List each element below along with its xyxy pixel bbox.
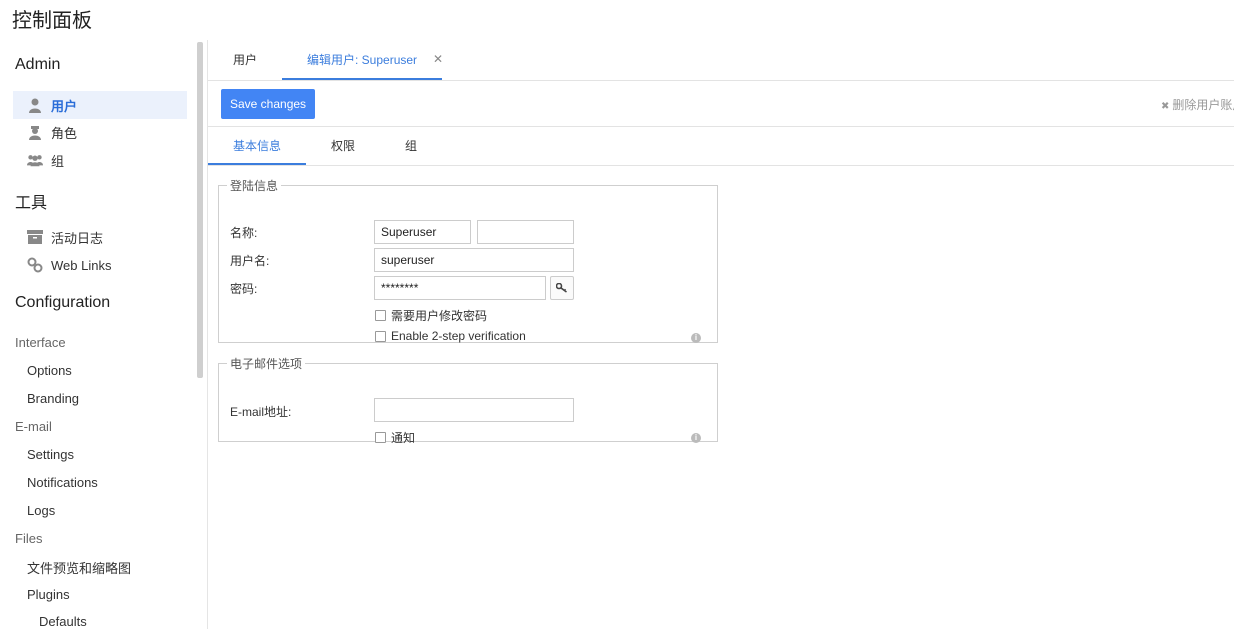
notify-label: 通知 (391, 431, 416, 445)
require-password-change-option: 需要用户修改密码 (375, 307, 487, 324)
first-name-input[interactable] (374, 220, 471, 244)
save-button[interactable]: Save changes (221, 89, 316, 119)
username-input[interactable] (374, 248, 574, 272)
key-icon (555, 281, 568, 296)
email-input[interactable] (374, 398, 574, 422)
sidebar-item-label: 用户 (51, 98, 78, 114)
sidebar-scrollbar[interactable] (197, 42, 203, 378)
email-label: E-mail地址: (230, 405, 292, 419)
require-password-change-label: 需要用户修改密码 (391, 309, 488, 323)
info-icon[interactable]: i (691, 433, 701, 443)
info-icon[interactable]: i (691, 333, 701, 343)
sidebar-item-branding[interactable]: Branding (27, 391, 79, 406)
role-icon (27, 124, 43, 140)
tab-users[interactable]: 用户 (233, 40, 257, 80)
delete-user-link[interactable]: ✖删除用户账户 (1161, 96, 1234, 113)
sidebar-item-defaults[interactable]: Defaults (39, 614, 87, 629)
require-password-change-checkbox[interactable] (375, 310, 386, 321)
link-icon (27, 257, 43, 273)
sidebar-item-roles[interactable]: 角色 (13, 118, 187, 146)
password-input[interactable] (374, 276, 546, 300)
name-label: 名称: (230, 226, 258, 240)
tab-edit-user[interactable]: 编辑用户: Superuser (282, 40, 443, 80)
sidebar-item-file-previews[interactable]: 文件预览和缩略图 (27, 558, 131, 577)
archive-icon (27, 229, 43, 245)
user-icon (27, 97, 43, 113)
tab-groups[interactable]: 组 (388, 127, 434, 165)
sidebar-item-web-links[interactable]: Web Links (13, 251, 187, 279)
two-step-checkbox[interactable] (375, 330, 386, 342)
sidebar-heading-tools: 工具 (15, 195, 48, 212)
sidebar-group-interface: Interface (15, 335, 66, 350)
close-icon[interactable]: ✕ (433, 52, 443, 66)
two-step-label: Enable 2-step verification (391, 329, 526, 343)
email-options-fieldset: 电子邮件选项 E-mail地址: 通知 i (218, 355, 718, 445)
sidebar-group-email: E-mail (15, 419, 52, 434)
section-tabs: 基本信息 权限 组 (208, 127, 1234, 166)
sidebar-item-label: 活动日志 (51, 230, 104, 246)
sidebar-heading-admin: Admin (15, 56, 61, 73)
password-label: 密码: (230, 282, 258, 296)
sidebar-item-label: 组 (51, 153, 65, 169)
app-title: 控制面板 (12, 10, 92, 32)
toolbar: Save changes ✖删除用户账户 (208, 81, 1234, 127)
sidebar-item-notifications[interactable]: Notifications (27, 475, 98, 490)
sidebar-item-label: 角色 (51, 125, 78, 141)
sidebar-item-plugins[interactable]: Plugins (27, 587, 70, 602)
tab-bar: 用户 编辑用户: Superuser ✕ (208, 40, 1234, 81)
login-info-fieldset: 登陆信息 名称: 用户名: 密码: 需要用户修改密码 Enable 2-step… (218, 177, 718, 343)
notify-option: 通知 (375, 429, 415, 446)
sidebar-item-label: Web Links (51, 257, 112, 273)
two-step-option: Enable 2-step verification (375, 329, 526, 343)
login-info-legend: 登陆信息 (230, 179, 279, 193)
username-label: 用户名: (230, 254, 270, 268)
tab-permissions[interactable]: 权限 (318, 127, 368, 165)
tab-basic-info[interactable]: 基本信息 (208, 127, 306, 165)
close-icon: ✖ (1161, 101, 1170, 112)
group-icon (27, 152, 43, 168)
delete-user-label: 删除用户账户 (1172, 98, 1234, 112)
sidebar-item-activity-log[interactable]: 活动日志 (13, 223, 187, 251)
last-name-input[interactable] (477, 220, 574, 244)
sidebar-heading-configuration: Configuration (15, 294, 111, 311)
email-options-legend: 电子邮件选项 (230, 357, 303, 371)
sidebar-item-options[interactable]: Options (27, 363, 72, 378)
sidebar-group-files: Files (15, 531, 43, 546)
notify-checkbox[interactable] (375, 432, 386, 443)
sidebar-item-logs[interactable]: Logs (27, 503, 55, 518)
sidebar-item-settings[interactable]: Settings (27, 447, 74, 462)
sidebar-item-users[interactable]: 用户 (13, 91, 187, 119)
change-password-button[interactable] (550, 276, 574, 300)
sidebar-item-groups[interactable]: 组 (13, 146, 187, 174)
